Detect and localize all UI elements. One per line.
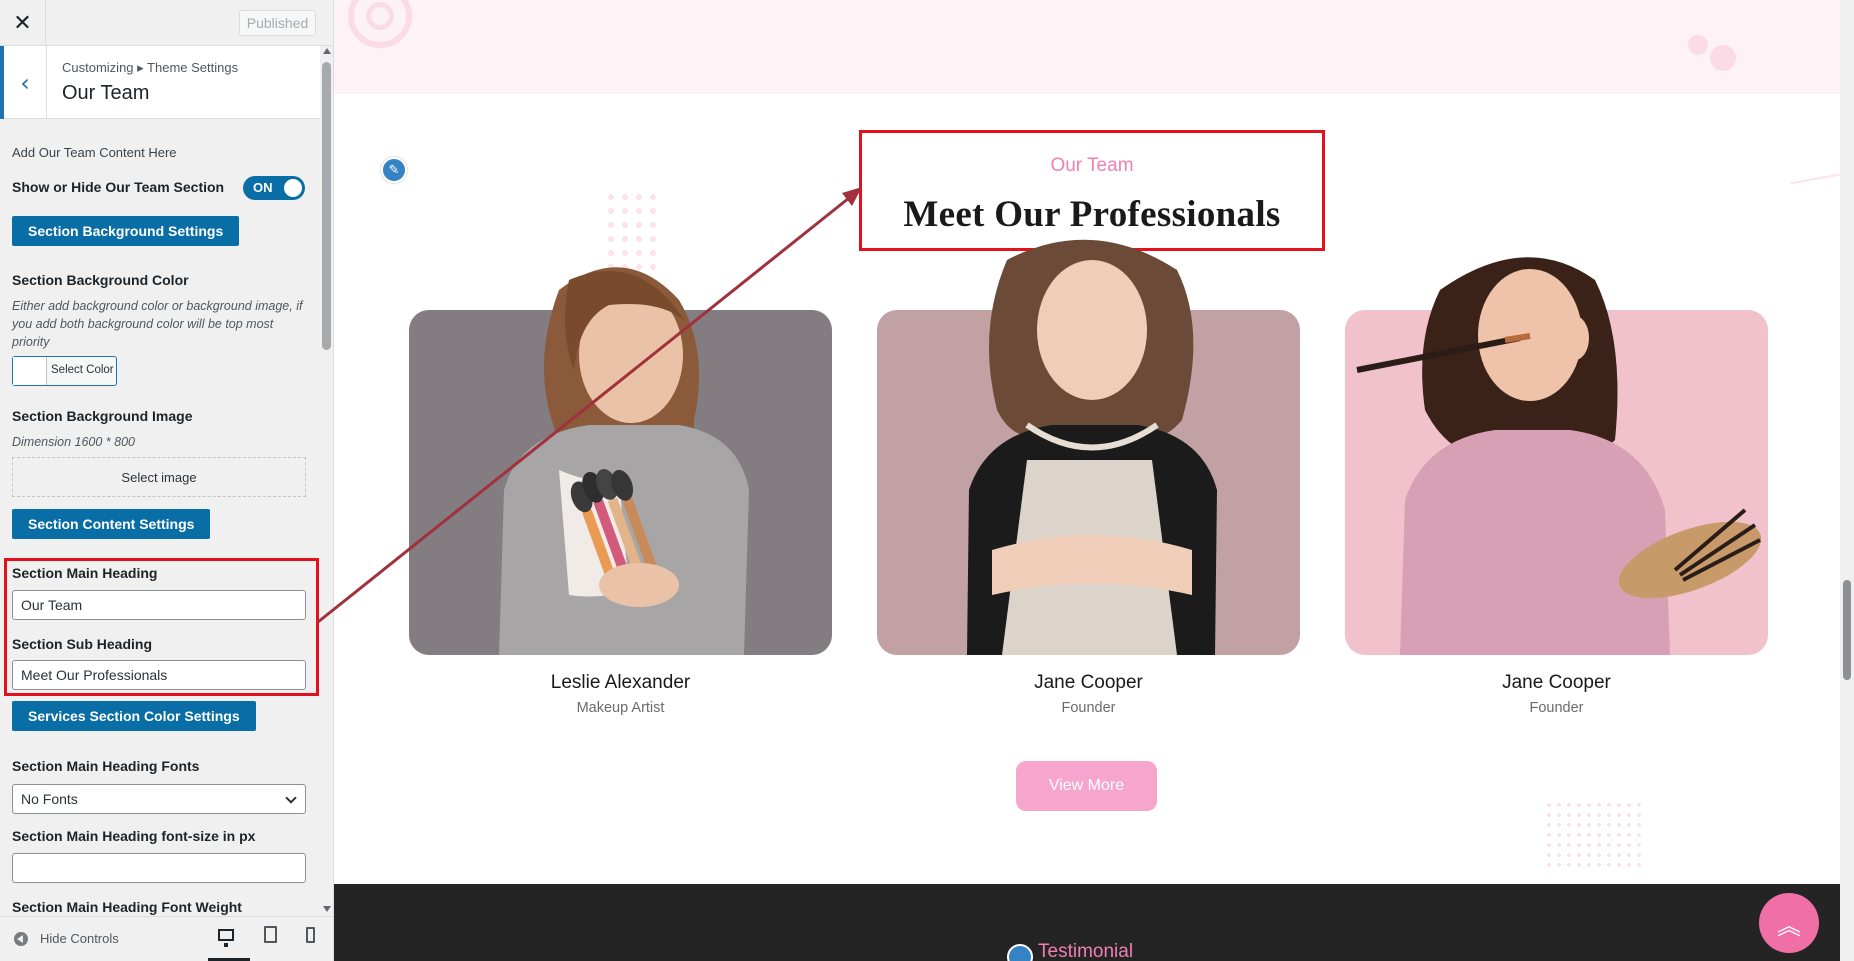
toggle-state: ON	[253, 180, 273, 195]
section-intro: Add Our Team Content Here	[12, 145, 177, 160]
font-size-label: Section Main Heading font-size in px	[12, 828, 256, 844]
decorative-dot	[1688, 35, 1708, 55]
team-member-role: Founder	[1529, 700, 1584, 716]
sidebar-topbar: ✕ Published	[0, 0, 333, 46]
team-card[interactable]	[877, 239, 1300, 655]
scroll-up-arrow-icon[interactable]	[323, 48, 331, 54]
collapse-icon[interactable]	[14, 932, 28, 946]
background-settings-button[interactable]: Section Background Settings	[12, 216, 240, 246]
desktop-preview-icon[interactable]	[218, 929, 234, 947]
heading-fonts-select[interactable]: No Fonts	[12, 784, 306, 814]
hide-controls-button[interactable]: Hide Controls	[40, 931, 119, 946]
decorative-dot	[1710, 45, 1736, 71]
view-more-button[interactable]: View More	[1016, 761, 1157, 811]
scroll-to-top-icon[interactable]: ︽	[1759, 893, 1819, 953]
bg-color-description: Either add background color or backgroun…	[12, 299, 303, 349]
team-card[interactable]	[409, 267, 832, 655]
scrollbar-thumb[interactable]	[1843, 580, 1851, 680]
highlight-box-fields	[4, 558, 319, 696]
team-member-name: Jane Cooper	[1034, 672, 1143, 693]
toggle-knob	[284, 179, 302, 197]
color-settings-button[interactable]: Services Section Color Settings	[12, 701, 256, 731]
select-color-button[interactable]: Select Color	[12, 356, 117, 386]
team-card[interactable]	[1345, 257, 1768, 655]
bg-image-label: Section Background Image	[12, 408, 193, 424]
team-member-name: Leslie Alexander	[550, 672, 691, 693]
decorative-dots	[1544, 800, 1644, 870]
scroll-down-arrow-icon[interactable]	[323, 906, 331, 912]
chevron-down-icon	[285, 792, 297, 804]
select-color-label: Select Color	[51, 364, 114, 376]
previous-section-band	[334, 0, 1840, 94]
show-hide-toggle[interactable]: ON	[243, 176, 305, 200]
team-member-role: Founder	[1061, 700, 1116, 716]
testimonial-heading: Testimonial	[1038, 941, 1134, 961]
sidebar-scrollbar[interactable]	[320, 46, 333, 916]
breadcrumb: Customizing ▸ Theme Settings	[62, 60, 239, 75]
published-button[interactable]: Published	[239, 10, 316, 36]
content-settings-button[interactable]: Section Content Settings	[12, 509, 211, 539]
customizer-sidebar: ✕ Published ‹ Customizing ▸ Theme Settin…	[0, 0, 334, 961]
decorative-dots	[604, 190, 664, 270]
preview-scrollbar[interactable]	[1840, 0, 1854, 961]
decorative-ring-inner	[366, 2, 394, 30]
close-icon[interactable]: ✕	[0, 0, 46, 46]
color-swatch	[13, 357, 47, 385]
panel-title: Our Team	[62, 82, 150, 104]
section-header: ‹ Customizing ▸ Theme Settings Our Team	[0, 46, 320, 119]
team-member-photo	[1356, 257, 1762, 655]
font-size-input[interactable]	[12, 853, 306, 883]
decorative-line	[1790, 173, 1840, 185]
show-hide-label: Show or Hide Our Team Section	[12, 179, 225, 195]
bg-image-dimension: Dimension 1600 * 800	[12, 435, 135, 449]
team-member-photo	[967, 239, 1217, 655]
scrollbar-thumb[interactable]	[322, 62, 331, 350]
team-member-photo	[499, 267, 749, 655]
customizer-window: ✕ Published ‹ Customizing ▸ Theme Settin…	[0, 0, 1854, 961]
select-image-button[interactable]: Select image	[12, 457, 306, 497]
team-heading-highlight: Our Team Meet Our Professionals	[859, 130, 1325, 251]
team-member-role: Makeup Artist	[576, 700, 665, 716]
bg-color-label: Section Background Color	[12, 272, 189, 288]
team-section-title: Meet Our Professionals	[903, 194, 1281, 235]
edit-shortcut-pencil-icon[interactable]: ✎	[381, 157, 407, 183]
heading-fonts-label: Section Main Heading Fonts	[12, 758, 200, 774]
tablet-preview-icon[interactable]	[264, 926, 277, 943]
sidebar-footer: Hide Controls	[0, 916, 333, 961]
team-member-name: Jane Cooper	[1502, 672, 1611, 693]
back-arrow-icon[interactable]: ‹	[0, 46, 47, 119]
mobile-preview-icon[interactable]	[306, 927, 315, 943]
font-weight-label: Section Main Heading Font Weight	[12, 899, 242, 915]
heading-fonts-value: No Fonts	[21, 791, 78, 807]
site-preview: ✎ Our Team Meet Our Professionals Leslie…	[334, 0, 1854, 961]
team-section-subtitle: Our Team	[1050, 155, 1134, 176]
